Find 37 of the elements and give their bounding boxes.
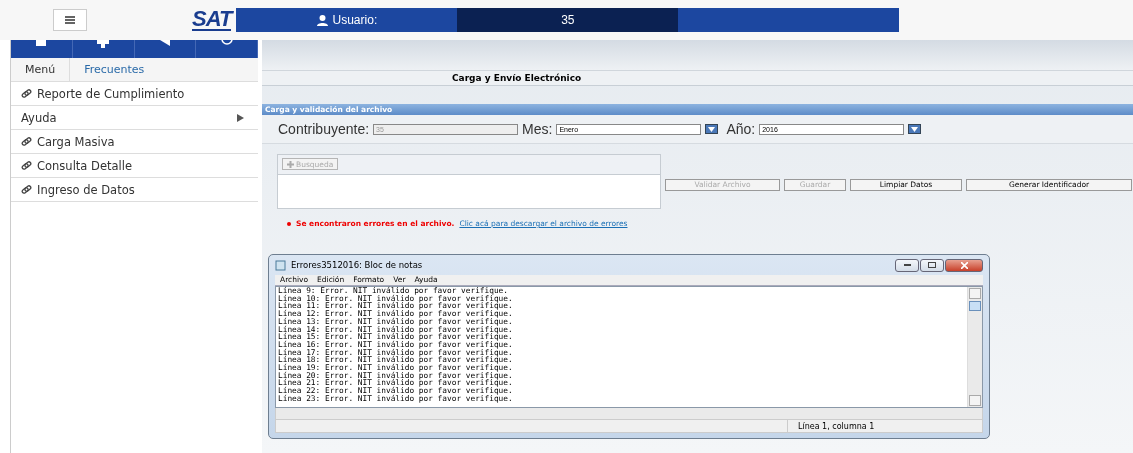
caret-icon: [708, 126, 716, 132]
user-value: 35: [561, 13, 575, 27]
sidebar-item[interactable]: Ayuda: [11, 106, 258, 130]
menu-icon: [65, 16, 75, 24]
link-icon: [21, 160, 32, 171]
link-icon: [21, 136, 32, 147]
field-label: Mes:: [522, 121, 553, 137]
minimize-icon: [903, 263, 911, 267]
expand-arrow-icon: [237, 113, 244, 122]
field-label: Contribuyente:: [278, 121, 370, 137]
close-button[interactable]: [945, 258, 983, 272]
sidebar-item[interactable]: Carga Masiva: [11, 130, 258, 154]
dropdown-button[interactable]: [908, 124, 922, 134]
caret-icon: [911, 126, 919, 132]
sidebar-item[interactable]: Ingreso de Datos: [11, 178, 258, 202]
close-icon: [960, 261, 968, 269]
maximize-icon: [928, 262, 936, 268]
bullet-icon: [287, 221, 291, 226]
maximize-button[interactable]: [920, 258, 944, 272]
logo: SAT: [192, 9, 232, 31]
field-label: Año:: [726, 121, 756, 137]
sidebar-item[interactable]: Reporte de Cumplimiento: [11, 82, 258, 106]
window-title: Errores3512016: Bloc de notas: [291, 260, 423, 270]
menu-button[interactable]: [53, 9, 87, 31]
sidebar-item[interactable]: Consulta Detalle: [11, 154, 258, 178]
user-label: Usuario:: [332, 13, 378, 27]
sidebar-tab[interactable]: Frecuentes: [70, 58, 159, 81]
link-icon: [21, 88, 32, 99]
vertical-scrollbar[interactable]: [967, 287, 982, 407]
link-icon: [21, 184, 32, 195]
cursor-position: Línea 1, columna 1: [787, 420, 982, 432]
minimize-button[interactable]: [895, 258, 919, 272]
dropdown-button[interactable]: [705, 124, 719, 134]
user-icon: [316, 14, 328, 26]
page-title: Carga y Envío Electrónico: [452, 73, 582, 83]
horizontal-scrollbar[interactable]: [275, 408, 983, 420]
notepad-icon: [275, 259, 286, 271]
